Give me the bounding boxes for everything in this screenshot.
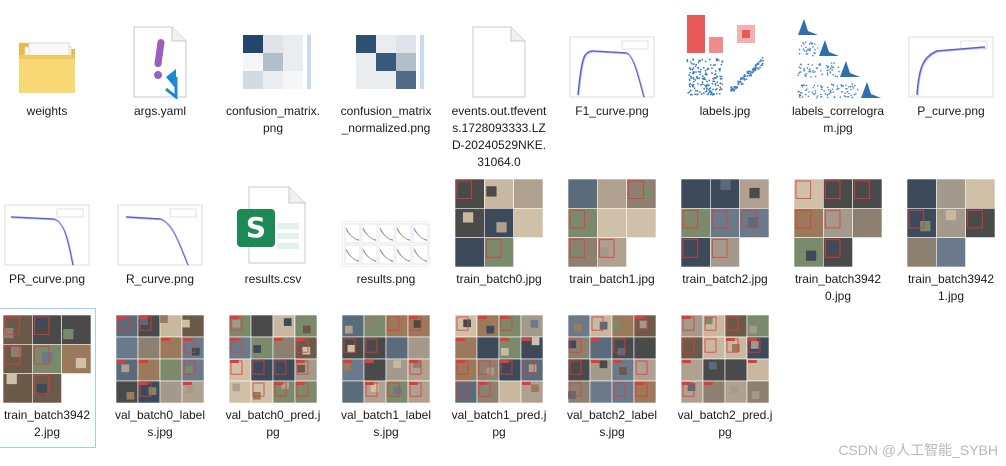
file-name-label: labels.jpg [699, 104, 751, 118]
image-thumbnail [455, 313, 543, 403]
image-thumbnail [794, 177, 882, 267]
image-thumbnail [568, 9, 656, 99]
image-thumbnail [116, 177, 204, 267]
file-item[interactable]: PR_curve.png [0, 172, 96, 312]
file-item[interactable]: Sresults.csv [222, 172, 322, 312]
image-thumbnail [229, 9, 317, 99]
file-name-label: val_batch0_labels.jpg [114, 408, 206, 439]
file-item[interactable]: weights [0, 4, 96, 144]
file-name-label: F1_curve.png [575, 104, 649, 118]
image-thumbnail [794, 9, 882, 99]
image-thumbnail [342, 9, 430, 99]
file-name-label: val_batch1_pred.jpg [451, 408, 547, 439]
file-name-label: R_curve.png [125, 272, 195, 286]
file-item[interactable]: confusion_matrix_normalized.png [335, 4, 435, 144]
image-thumbnail [907, 9, 995, 99]
file-item[interactable]: confusion_matrix.png [222, 4, 322, 144]
file-name-label: train_batch2.jpg [682, 272, 768, 286]
file-name-label: train_batch1.jpg [569, 272, 655, 286]
image-thumbnail [116, 313, 204, 403]
file-name-label: val_batch1_labels.jpg [340, 408, 432, 439]
file-name-label: results.csv [244, 272, 302, 286]
file-item[interactable]: val_batch1_pred.jpg [448, 308, 548, 448]
file-name-label: val_batch0_pred.jpg [225, 408, 321, 439]
file-item[interactable]: val_batch2_labels.jpg [561, 308, 661, 448]
yaml-file-icon [116, 9, 204, 99]
file-item[interactable]: val_batch1_labels.jpg [335, 308, 435, 448]
image-thumbnail [342, 177, 430, 267]
file-item[interactable]: P_curve.png [900, 4, 1000, 144]
folder-icon [3, 9, 91, 99]
file-name-label: PR_curve.png [8, 272, 86, 286]
image-thumbnail [3, 313, 91, 403]
file-name-label: train_batch0.jpg [456, 272, 542, 286]
file-name-label: train_batch39422.jpg [3, 408, 91, 439]
svg-text:S: S [246, 211, 266, 244]
file-item[interactable]: train_batch1.jpg [561, 172, 661, 312]
file-name-label: args.yaml [133, 104, 186, 118]
file-name-label: P_curve.png [917, 104, 985, 118]
file-item[interactable]: R_curve.png [109, 172, 209, 312]
image-thumbnail [455, 177, 543, 267]
file-name-label: results.png [356, 272, 416, 286]
image-thumbnail [568, 177, 656, 267]
watermark-text: CSDN @人工智能_SYBH [838, 442, 998, 458]
file-item[interactable]: F1_curve.png [561, 4, 661, 144]
file-name-label: confusion_matrix.png [225, 104, 321, 135]
file-name-label: weights [26, 104, 68, 118]
image-thumbnail [681, 177, 769, 267]
file-grid: weights args.yaml confusion_matrix.png con… [0, 0, 1006, 466]
file-item[interactable]: val_batch2_pred.jpg [674, 308, 774, 448]
file-item[interactable]: train_batch2.jpg [674, 172, 774, 312]
file-item[interactable]: args.yaml [109, 4, 209, 144]
file-item[interactable]: events.out.tfevents.1728093333.LZD-20240… [448, 4, 548, 169]
file-name-label: val_batch2_labels.jpg [566, 408, 658, 439]
file-name-label: train_batch39420.jpg [794, 272, 882, 303]
file-item[interactable]: val_batch0_labels.jpg [109, 308, 209, 448]
file-icon [455, 9, 543, 99]
file-item[interactable]: labels_correlogram.jpg [787, 4, 887, 144]
image-thumbnail [342, 313, 430, 403]
image-thumbnail [681, 313, 769, 403]
file-name-label: events.out.tfevents.1728093333.LZD-20240… [451, 104, 547, 169]
file-item[interactable]: results.png [335, 172, 435, 312]
file-item[interactable]: train_batch0.jpg [448, 172, 548, 312]
file-item[interactable]: val_batch0_pred.jpg [222, 308, 322, 448]
image-thumbnail [568, 313, 656, 403]
image-thumbnail [229, 313, 317, 403]
file-name-label: confusion_matrix_normalized.png [340, 104, 432, 135]
file-item[interactable]: train_batch39420.jpg [787, 172, 887, 312]
image-thumbnail [907, 177, 995, 267]
spreadsheet-icon: S [229, 177, 317, 267]
file-name-label: val_batch2_pred.jpg [677, 408, 773, 439]
file-item[interactable]: train_batch39422.jpg [0, 308, 96, 448]
file-name-label: labels_correlogram.jpg [791, 104, 885, 135]
file-item[interactable]: labels.jpg [674, 4, 774, 144]
file-item[interactable]: train_batch39421.jpg [900, 172, 1000, 312]
file-name-label: train_batch39421.jpg [907, 272, 995, 303]
image-thumbnail [681, 9, 769, 99]
image-thumbnail [3, 177, 91, 267]
